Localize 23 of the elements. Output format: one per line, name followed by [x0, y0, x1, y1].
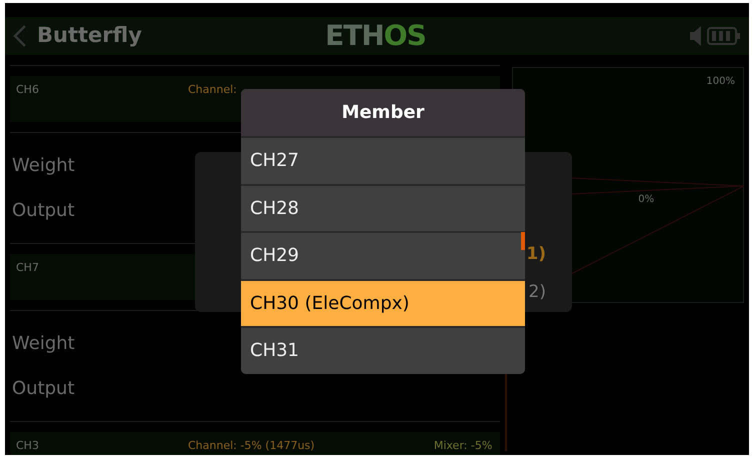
- battery-icon: [707, 26, 741, 46]
- channel-name: CH3: [16, 438, 39, 454]
- page-title: Butterfly: [37, 22, 142, 50]
- logo: ETHOS: [325, 18, 426, 54]
- channel-value: Channel:: [188, 82, 237, 98]
- channel-value: Channel: -5% (1477us): [188, 438, 315, 454]
- popup-title: Member: [241, 89, 525, 136]
- list-item[interactable]: CH30 (EleCompx): [241, 278, 525, 326]
- list-item[interactable]: CH31: [241, 326, 525, 374]
- axis-label: 100%: [706, 75, 735, 89]
- back-icon[interactable]: [13, 24, 27, 48]
- axis-label: 0%: [638, 193, 654, 207]
- scrollbar-indicator: [521, 232, 525, 250]
- speaker-icon: [689, 25, 703, 47]
- mixer-value: Mixer: -5%: [434, 438, 492, 454]
- dialog-text: 2): [528, 281, 546, 304]
- field-label: Weight: [12, 332, 75, 356]
- channel-name: CH6: [16, 82, 39, 98]
- field-label: Output: [12, 377, 75, 401]
- channel-name: CH7: [16, 260, 39, 276]
- field-label: Output: [12, 199, 75, 223]
- dialog-text: 1): [526, 243, 546, 266]
- field-label: Weight: [12, 154, 75, 178]
